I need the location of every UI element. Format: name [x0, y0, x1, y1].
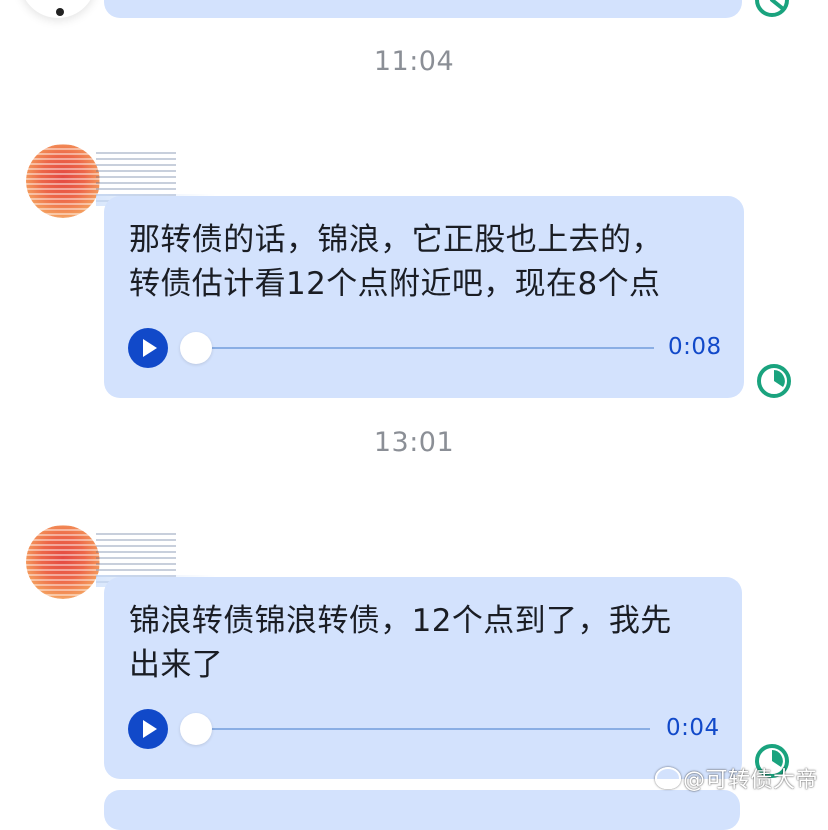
transcript-line: 那转债的话，锦浪，它正股也上去的，	[129, 222, 663, 258]
voice-message-bubble[interactable]: 那转债的话，锦浪，它正股也上去的， 转债估计看12个点附近吧，现在8个点 0:0…	[104, 196, 744, 398]
avatar-partial[interactable]	[20, 0, 96, 18]
avatar-partial-mark	[56, 8, 64, 16]
weibo-icon	[654, 767, 681, 789]
message-bubble-partial[interactable]	[104, 0, 742, 18]
play-button[interactable]	[128, 328, 168, 368]
audio-duration: 0:04	[666, 715, 720, 741]
transcript-line: 出来了	[129, 647, 224, 683]
message-bubble-partial[interactable]	[104, 790, 740, 830]
clock-status-icon	[755, 0, 789, 17]
audio-progress-handle[interactable]	[180, 332, 212, 364]
audio-progress-handle[interactable]	[180, 713, 212, 745]
weibo-watermark: @可转债大帝	[654, 762, 818, 794]
clock-status-icon	[757, 364, 791, 398]
message-timestamp: 13:01	[373, 427, 455, 458]
watermark-text: @可转债大帝	[682, 768, 818, 793]
transcript-line: 锦浪转债锦浪转债，12个点到了，我先	[129, 603, 672, 639]
avatar-image	[26, 144, 100, 218]
transcript-text: 锦浪转债锦浪转债，12个点到了，我先 出来了	[129, 599, 722, 687]
play-button[interactable]	[128, 709, 168, 749]
voice-message-bubble[interactable]: 锦浪转债锦浪转债，12个点到了，我先 出来了 0:04	[104, 577, 742, 779]
audio-duration: 0:08	[668, 334, 722, 360]
avatar-image	[26, 525, 100, 599]
audio-progress-track[interactable]	[196, 347, 654, 349]
audio-progress-track[interactable]	[196, 728, 650, 730]
transcript-text: 那转债的话，锦浪，它正股也上去的， 转债估计看12个点附近吧，现在8个点	[129, 218, 724, 306]
transcript-line: 转债估计看12个点附近吧，现在8个点	[129, 266, 661, 302]
message-timestamp: 11:04	[373, 46, 455, 77]
